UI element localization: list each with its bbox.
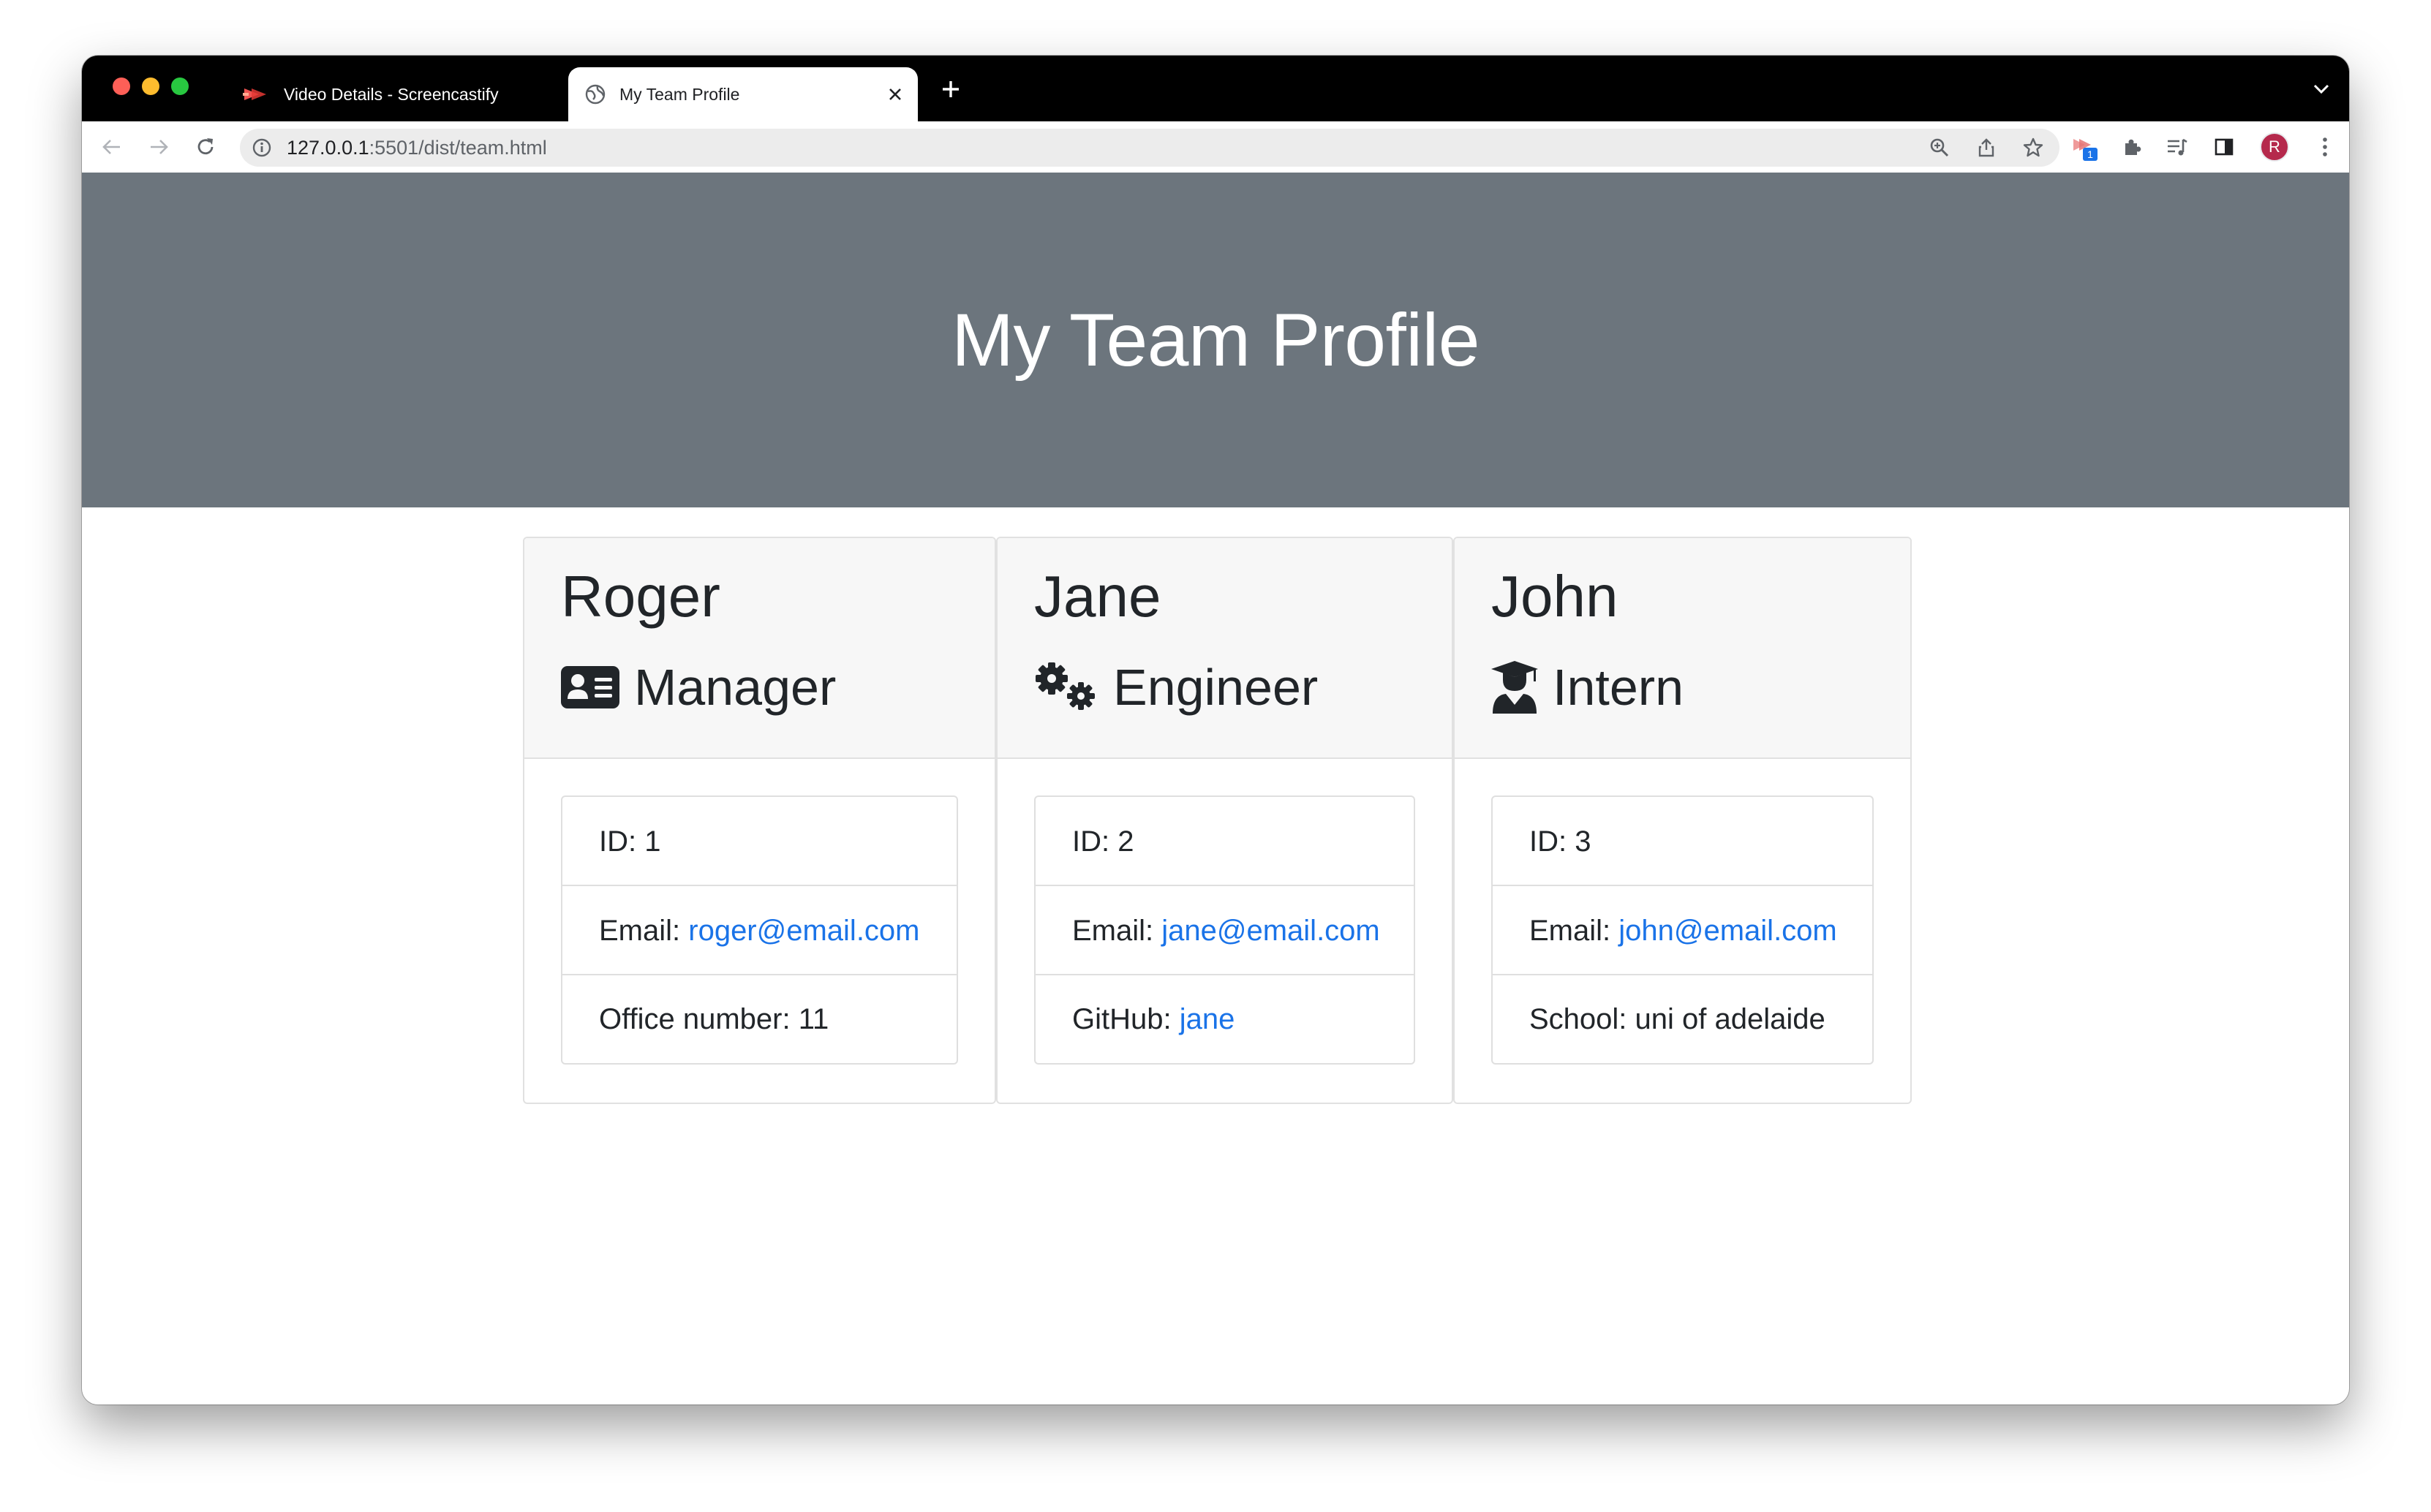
employee-details-list: ID: 2 Email: jane@email.com GitHub: jane bbox=[1034, 795, 1415, 1065]
screencastify-extension-icon[interactable]: 1 bbox=[2071, 133, 2099, 161]
forward-arrow-icon[interactable] bbox=[143, 132, 174, 162]
close-window-button[interactable] bbox=[113, 78, 130, 95]
zoom-icon[interactable] bbox=[1928, 136, 1951, 159]
url-text[interactable]: 127.0.0.1:5501/dist/team.html bbox=[287, 129, 547, 167]
browser-toolbar: 127.0.0.1:5501/dist/team.html 1 R bbox=[82, 121, 2349, 173]
employee-details-list: ID: 3 Email: john@email.com School: uni … bbox=[1491, 795, 1874, 1065]
close-tab-icon[interactable] bbox=[884, 83, 906, 105]
bookmark-star-icon[interactable] bbox=[2021, 136, 2045, 159]
email-label: Email: bbox=[1529, 915, 1619, 947]
tab-title: Video Details - Screencastify bbox=[284, 84, 499, 104]
employee-name: Roger bbox=[561, 564, 720, 629]
role-row: Manager bbox=[561, 655, 836, 719]
profile-avatar[interactable]: R bbox=[2260, 132, 2289, 162]
github-label: GitHub: bbox=[1072, 1003, 1180, 1035]
email-label: Email: bbox=[1072, 915, 1162, 947]
cogs-icon bbox=[1034, 662, 1098, 713]
email-link[interactable]: roger@email.com bbox=[688, 915, 919, 947]
tab-my-team-profile[interactable]: My Team Profile bbox=[568, 67, 918, 121]
employee-email-row: Email: roger@email.com bbox=[562, 886, 957, 975]
tab-bar: Video Details - Screencastify My Team Pr… bbox=[82, 56, 2349, 121]
employee-card-engineer: Jane Engineer ID: 2 Email: jane@email.co… bbox=[996, 537, 1453, 1104]
employee-card-manager: Roger Manager ID: 1 Email: roger@email.c… bbox=[523, 537, 996, 1104]
employee-id: ID: 3 bbox=[1493, 797, 1872, 886]
employee-name: Jane bbox=[1034, 564, 1161, 629]
url-host: 127.0.0.1 bbox=[287, 137, 369, 159]
new-tab-button[interactable] bbox=[936, 75, 965, 104]
browser-menu-icon[interactable] bbox=[2311, 133, 2339, 161]
employee-name: John bbox=[1491, 564, 1618, 629]
screencastify-icon bbox=[243, 85, 268, 107]
employee-role: Intern bbox=[1553, 659, 1684, 716]
hero-banner: My Team Profile bbox=[82, 173, 2349, 507]
browser-window: Video Details - Screencastify My Team Pr… bbox=[82, 56, 2349, 1405]
reading-list-icon[interactable] bbox=[2163, 133, 2191, 161]
employee-email-row: Email: jane@email.com bbox=[1036, 886, 1414, 975]
graduate-icon bbox=[1491, 661, 1538, 714]
reload-icon[interactable] bbox=[190, 132, 221, 162]
address-bar[interactable]: 127.0.0.1:5501/dist/team.html bbox=[240, 129, 2059, 167]
card-header: Jane Engineer bbox=[998, 538, 1452, 759]
employee-id: ID: 1 bbox=[562, 797, 957, 886]
employee-card-intern: John Intern ID: 3 Email: john@email.com … bbox=[1453, 537, 1912, 1104]
share-icon[interactable] bbox=[1975, 136, 1998, 159]
back-arrow-icon[interactable] bbox=[97, 132, 127, 162]
card-header: John Intern bbox=[1455, 538, 1910, 759]
id-card-icon bbox=[561, 665, 619, 710]
email-link[interactable]: john@email.com bbox=[1618, 915, 1837, 947]
maximize-window-button[interactable] bbox=[171, 78, 189, 95]
email-link[interactable]: jane@email.com bbox=[1161, 915, 1380, 947]
role-row: Intern bbox=[1491, 655, 1684, 719]
role-row: Engineer bbox=[1034, 655, 1318, 719]
tab-search-chevron-icon[interactable] bbox=[2308, 76, 2334, 102]
employee-email-row: Email: john@email.com bbox=[1493, 886, 1872, 975]
employee-role: Manager bbox=[634, 659, 837, 716]
page-title: My Team Profile bbox=[951, 298, 1480, 382]
github-row: GitHub: jane bbox=[1036, 975, 1414, 1063]
school-row: School: uni of adelaide bbox=[1529, 1003, 1825, 1035]
extension-badge-count: 1 bbox=[2087, 148, 2093, 160]
github-link[interactable]: jane bbox=[1180, 1003, 1235, 1035]
office-number: Office number: 11 bbox=[599, 1003, 829, 1035]
extensions-puzzle-icon[interactable] bbox=[2118, 133, 2146, 161]
tab-title: My Team Profile bbox=[619, 84, 740, 104]
site-info-icon[interactable] bbox=[252, 137, 272, 158]
email-label: Email: bbox=[599, 915, 689, 947]
card-header: Roger Manager bbox=[524, 538, 995, 759]
employee-details-list: ID: 1 Email: roger@email.com Office numb… bbox=[561, 795, 958, 1065]
minimize-window-button[interactable] bbox=[142, 78, 159, 95]
employee-role: Engineer bbox=[1113, 659, 1319, 716]
globe-icon bbox=[584, 83, 606, 109]
url-path: :5501/dist/team.html bbox=[369, 137, 547, 159]
side-panel-icon[interactable] bbox=[2210, 133, 2238, 161]
employee-id: ID: 2 bbox=[1036, 797, 1414, 886]
